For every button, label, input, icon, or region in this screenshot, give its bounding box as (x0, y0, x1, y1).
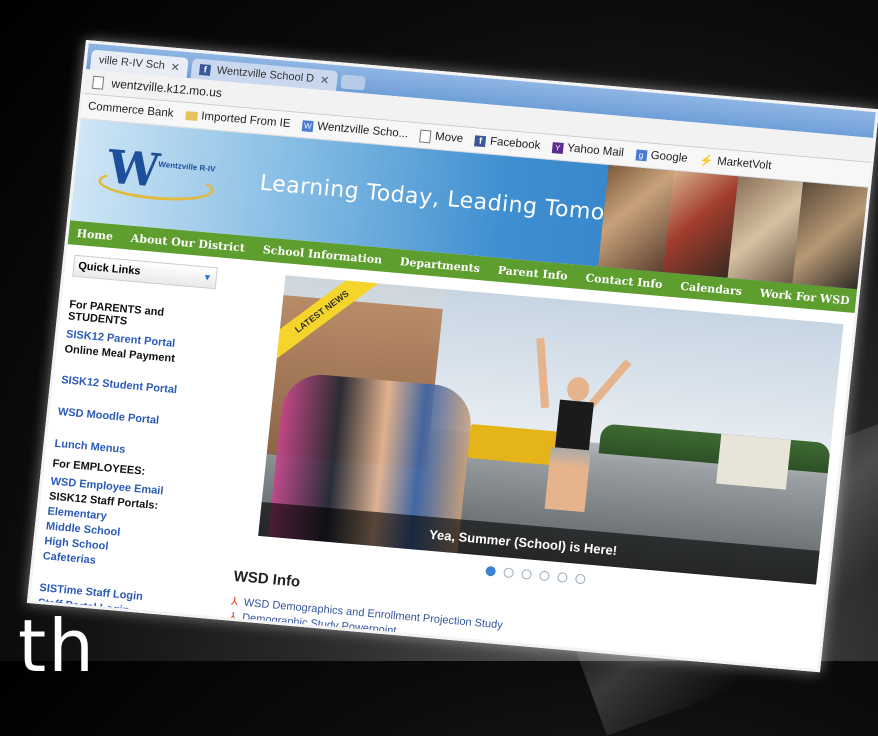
slider-dot[interactable] (521, 568, 533, 580)
bookmark-label: Yahoo Mail (566, 142, 625, 160)
nav-departments[interactable]: Departments (399, 255, 480, 275)
bookmark-label: Facebook (489, 135, 541, 152)
page-icon (419, 129, 432, 143)
website: W Wentzville R-IV Learning Today, Leadin… (27, 118, 868, 672)
slider-dot[interactable] (538, 570, 550, 582)
bookmark-label: Imported From IE (200, 110, 292, 131)
page-content: Quick Links ▼ For PARENTS and STUDENTS S… (27, 244, 855, 672)
folder-icon (184, 110, 198, 121)
quick-links-dropdown[interactable]: Quick Links ▼ (72, 254, 218, 290)
district-logo[interactable]: W Wentzville R-IV (94, 135, 221, 215)
yahoo-icon: Y (551, 141, 564, 154)
slider-dot[interactable] (503, 567, 515, 579)
facebook-icon: f (199, 63, 212, 76)
url-text[interactable]: wentzville.k12.mo.us (111, 76, 223, 100)
pdf-icon: ⅄ (228, 610, 237, 624)
bookmark-label: Wentzville Scho... (316, 120, 409, 141)
bottom-overlay-text: th (18, 604, 96, 688)
slide-jumping-girl (528, 328, 632, 533)
banner-photo (792, 182, 868, 290)
site-tagline: Learning Today, Leading Tomorrow (258, 170, 657, 231)
bookmark-commerce-bank[interactable]: Commerce Bank (87, 100, 174, 119)
bookmark-wentzville-school[interactable]: W Wentzville Scho... (301, 119, 409, 141)
slide-shed (716, 433, 792, 490)
bookmark-label: Commerce Bank (87, 100, 175, 120)
jumper-head (565, 376, 591, 403)
logo-swoosh (96, 166, 216, 205)
news-slider[interactable]: LATEST NEWS Yea, Summer (School) is Here… (258, 275, 844, 585)
marketvolt-icon: ⚡ (698, 154, 714, 168)
jumper-legs (544, 447, 591, 513)
bookmark-google[interactable]: g Google (635, 148, 689, 165)
browser-window: ville R-IV Sch ✕ f Wentzville School D ✕… (26, 40, 878, 673)
logo-text: Wentzville R-IV (157, 159, 216, 174)
slider-dot[interactable] (556, 572, 568, 583)
main-area: LATEST NEWS Yea, Summer (School) is Here… (186, 258, 855, 672)
google-icon: g (635, 148, 648, 161)
page-icon (91, 75, 105, 90)
jumper-body (554, 399, 594, 451)
nav-contact-info[interactable]: Contact Info (585, 271, 663, 291)
slider-dot[interactable] (485, 565, 497, 577)
bookmark-facebook[interactable]: f Facebook (474, 134, 541, 152)
close-icon[interactable]: ✕ (170, 60, 181, 74)
nav-parent-info[interactable]: Parent Info (497, 263, 568, 282)
banner-photo (727, 176, 804, 284)
close-icon[interactable]: ✕ (319, 73, 330, 87)
slider-dot[interactable] (574, 573, 586, 585)
chevron-down-icon: ▼ (202, 272, 213, 283)
bookmark-yahoo-mail[interactable]: Y Yahoo Mail (551, 141, 625, 160)
bookmark-imported-from-ie[interactable]: Imported From IE (184, 109, 292, 131)
nav-work-for-wsd[interactable]: Work For WSD (759, 286, 850, 307)
tab-label: ville R-IV Sch (98, 54, 166, 72)
nav-calendars[interactable]: Calendars (680, 279, 743, 297)
quick-links-label: Quick Links (77, 260, 142, 278)
bookmark-label: Move (434, 130, 464, 146)
new-tab-button[interactable] (340, 74, 366, 91)
bookmark-label: MarketVolt (716, 155, 772, 173)
bookmark-label: Google (650, 149, 689, 165)
bookmark-move[interactable]: Move (419, 129, 464, 146)
facebook-icon: f (474, 134, 487, 147)
site-favicon-icon: W (301, 119, 314, 132)
banner-photo (662, 170, 739, 278)
bookmark-marketvolt[interactable]: ⚡ MarketVolt (699, 153, 772, 172)
nav-home[interactable]: Home (76, 226, 114, 242)
banner-photo (598, 165, 674, 273)
pdf-icon: ⅄ (230, 595, 239, 609)
